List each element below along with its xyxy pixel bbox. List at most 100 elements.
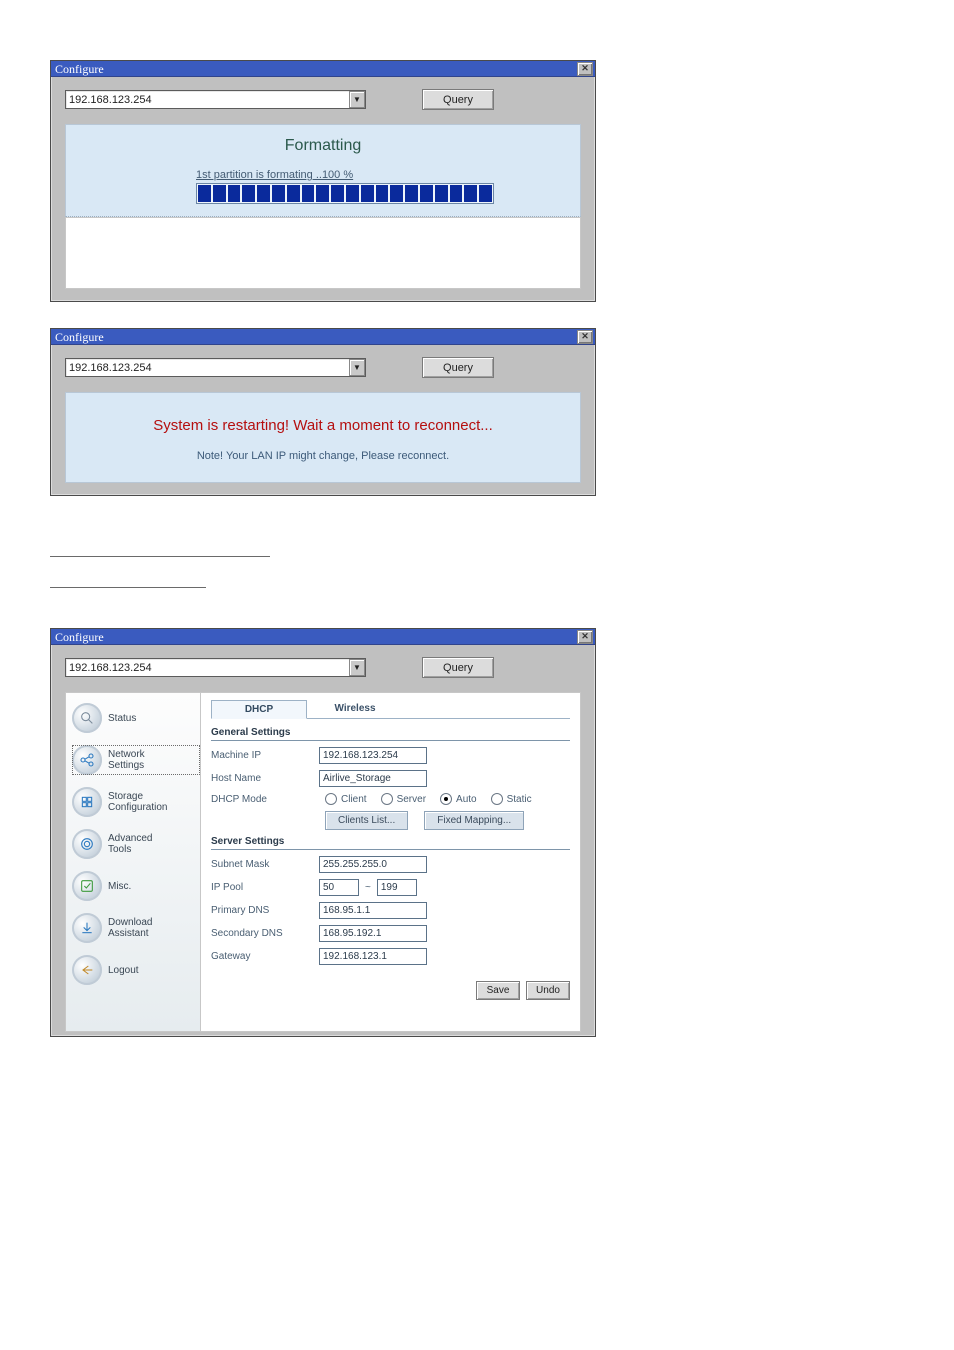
progress-segment xyxy=(228,185,241,202)
label-primary-dns: Primary DNS xyxy=(211,905,319,916)
label-subnet-mask: Subnet Mask xyxy=(211,859,319,870)
sidebar-item-logout[interactable]: Logout xyxy=(72,955,200,985)
chevron-down-icon[interactable]: ▼ xyxy=(349,659,365,676)
input-host-name[interactable]: Airlive_Storage xyxy=(319,770,427,787)
gear-icon xyxy=(72,829,102,859)
ip-pool-separator: ~ xyxy=(365,882,371,893)
sidebar-item-label: Storage Configuration xyxy=(108,791,167,813)
radio-client[interactable]: Client xyxy=(325,793,367,805)
configure-dialog-formatting: Configure ✕ 192.168.123.254 ▼ Query Form… xyxy=(50,60,596,302)
close-icon[interactable]: ✕ xyxy=(577,62,593,76)
progress-segment xyxy=(242,185,255,202)
sidebar-item-label: Misc. xyxy=(108,881,131,892)
progress-segment xyxy=(479,185,492,202)
progress-segment xyxy=(390,185,403,202)
restarting-note: Note! Your LAN IP might change, Please r… xyxy=(76,450,570,462)
label-ip-pool: IP Pool xyxy=(211,882,319,893)
progress-segment xyxy=(213,185,226,202)
progress-segment xyxy=(450,185,463,202)
progress-segment xyxy=(302,185,315,202)
sidebar-item-storage-configuration[interactable]: Storage Configuration xyxy=(72,787,200,817)
grid-icon xyxy=(72,787,102,817)
clients-list-button[interactable]: Clients List... xyxy=(325,811,408,830)
query-button[interactable]: Query xyxy=(422,357,494,378)
input-subnet-mask[interactable]: 255.255.255.0 xyxy=(319,856,427,873)
configure-dialog-network: Configure ✕ 192.168.123.254 ▼ Query Stat… xyxy=(50,628,596,1037)
progress-segment xyxy=(272,185,285,202)
magnifier-icon xyxy=(72,703,102,733)
label-secondary-dns: Secondary DNS xyxy=(211,928,319,939)
progress-segment xyxy=(198,185,211,202)
main-panel: DHCP Wireless General Settings Machine I… xyxy=(201,693,580,1031)
dialog-title: Configure xyxy=(55,630,104,644)
input-ip-pool-from[interactable]: 50 xyxy=(319,879,359,896)
fixed-mapping-button[interactable]: Fixed Mapping... xyxy=(424,811,524,830)
dialog-title: Configure xyxy=(55,62,104,76)
sidebar-item-label: Network Settings xyxy=(108,749,145,771)
progress-segment xyxy=(464,185,477,202)
ip-combobox[interactable]: 192.168.123.254 ▼ xyxy=(65,90,366,109)
sidebar-item-network-settings[interactable]: Network Settings xyxy=(72,745,200,775)
sidebar-item-misc[interactable]: Misc. xyxy=(72,871,200,901)
dhcp-mode-radios: Client Server Auto Static xyxy=(325,793,532,805)
input-ip-pool-to[interactable]: 199 xyxy=(377,879,417,896)
tab-wireless[interactable]: Wireless xyxy=(307,699,403,718)
section-rule xyxy=(50,587,206,588)
undo-button[interactable]: Undo xyxy=(526,981,570,1000)
progress-segment xyxy=(257,185,270,202)
blank-panel xyxy=(65,217,581,289)
chevron-down-icon[interactable]: ▼ xyxy=(349,91,365,108)
sidebar-item-label: Status xyxy=(108,713,136,724)
dialog-title: Configure xyxy=(55,330,104,344)
download-icon xyxy=(72,913,102,943)
save-button[interactable]: Save xyxy=(476,981,520,1000)
progress-segment xyxy=(376,185,389,202)
radio-static[interactable]: Static xyxy=(491,793,532,805)
label-dhcp-mode: DHCP Mode xyxy=(211,794,319,805)
configure-dialog-restarting: Configure ✕ 192.168.123.254 ▼ Query Syst… xyxy=(50,328,596,496)
ip-value: 192.168.123.254 xyxy=(69,94,152,106)
progress-text: 1st partition is formating ..100 % xyxy=(196,169,570,181)
group-server-settings: Server Settings xyxy=(211,836,570,850)
ip-value: 192.168.123.254 xyxy=(69,362,152,374)
tabbar: DHCP Wireless xyxy=(211,699,570,719)
sidebar-item-status[interactable]: Status xyxy=(72,703,200,733)
formatting-heading: Formatting xyxy=(76,137,570,155)
query-button[interactable]: Query xyxy=(422,89,494,110)
input-primary-dns[interactable]: 168.95.1.1 xyxy=(319,902,427,919)
sidebar-item-download-assistant[interactable]: Download Assistant xyxy=(72,913,200,943)
back-arrow-icon xyxy=(72,955,102,985)
label-machine-ip: Machine IP xyxy=(211,750,319,761)
sidebar-item-label: Download Assistant xyxy=(108,917,152,939)
titlebar: Configure ✕ xyxy=(51,329,595,345)
radio-server[interactable]: Server xyxy=(381,793,426,805)
progress-segment xyxy=(287,185,300,202)
radio-auto[interactable]: Auto xyxy=(440,793,477,805)
input-secondary-dns[interactable]: 168.95.192.1 xyxy=(319,925,427,942)
progress-segment xyxy=(435,185,448,202)
tab-dhcp[interactable]: DHCP xyxy=(211,700,307,719)
check-icon xyxy=(72,871,102,901)
query-button[interactable]: Query xyxy=(422,657,494,678)
input-machine-ip[interactable]: 192.168.123.254 xyxy=(319,747,427,764)
progress-segment xyxy=(316,185,329,202)
sidebar-item-advanced-tools[interactable]: Advanced Tools xyxy=(72,829,200,859)
progress-segment xyxy=(346,185,359,202)
titlebar: Configure ✕ xyxy=(51,629,595,645)
ip-value: 192.168.123.254 xyxy=(69,662,152,674)
input-gateway[interactable]: 192.168.123.1 xyxy=(319,948,427,965)
close-icon[interactable]: ✕ xyxy=(577,630,593,644)
progress-segment xyxy=(361,185,374,202)
label-host-name: Host Name xyxy=(211,773,319,784)
chevron-down-icon[interactable]: ▼ xyxy=(349,359,365,376)
group-general-settings: General Settings xyxy=(211,727,570,741)
label-gateway: Gateway xyxy=(211,951,319,962)
ip-combobox[interactable]: 192.168.123.254 ▼ xyxy=(65,358,366,377)
sidebar-item-label: Logout xyxy=(108,965,139,976)
close-icon[interactable]: ✕ xyxy=(577,330,593,344)
progress-segment xyxy=(405,185,418,202)
sidebar-item-label: Advanced Tools xyxy=(108,833,152,855)
progress-segment xyxy=(420,185,433,202)
sidebar: Status Network Settings Storage Configur… xyxy=(66,693,201,1031)
ip-combobox[interactable]: 192.168.123.254 ▼ xyxy=(65,658,366,677)
